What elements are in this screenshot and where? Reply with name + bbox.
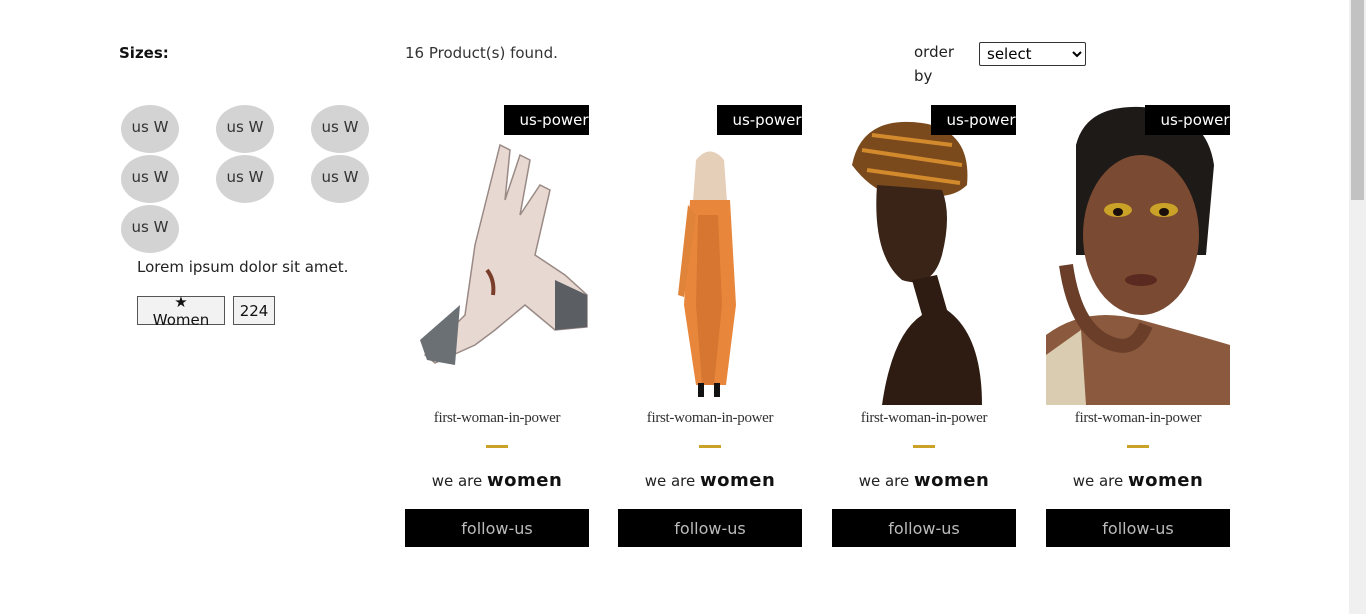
product-badge: us-power: [1145, 105, 1230, 135]
product-image[interactable]: us-power: [405, 105, 589, 405]
product-image[interactable]: us-power: [618, 105, 802, 405]
sizes-heading: Sizes:: [119, 44, 169, 62]
tagline-bold: women: [1128, 470, 1204, 491]
tagline-text: we are: [858, 472, 910, 490]
follow-us-button[interactable]: follow-us: [1046, 509, 1230, 547]
product-badge: us-power: [931, 105, 1016, 135]
sidebar-description: Lorem ipsum dolor sit amet.: [137, 258, 349, 276]
product-tagline: we are women: [1046, 470, 1230, 491]
size-option[interactable]: us W: [121, 105, 179, 153]
product-image[interactable]: us-power: [832, 105, 1016, 405]
tagline-bold: women: [700, 470, 776, 491]
page-scrollbar[interactable]: [1349, 0, 1366, 614]
order-by-select[interactable]: select: [979, 42, 1086, 66]
tagline-text: we are: [431, 472, 483, 490]
count-button[interactable]: 224: [233, 296, 275, 325]
women-filter-button[interactable]: ★ Women: [137, 293, 225, 329]
size-option[interactable]: us W: [216, 155, 274, 203]
woman-portrait-image: [1046, 105, 1230, 405]
product-badge: us-power: [504, 105, 589, 135]
product-title[interactable]: first-woman-in-power: [832, 410, 1016, 427]
product-card: us-power first-woman-in-power we are wom…: [1046, 105, 1230, 547]
product-card: us-power first-woman-in-power we are wom…: [618, 105, 802, 547]
size-option[interactable]: us W: [311, 155, 369, 203]
tagline-text: we are: [1072, 472, 1124, 490]
follow-us-button[interactable]: follow-us: [405, 509, 589, 547]
follow-us-button[interactable]: follow-us: [618, 509, 802, 547]
product-card: us-power first-woman-in-power we are wom…: [405, 105, 589, 547]
size-option[interactable]: us W: [121, 155, 179, 203]
tagline-text: we are: [644, 472, 696, 490]
product-title[interactable]: first-woman-in-power: [405, 410, 589, 427]
tagline-bold: women: [914, 470, 990, 491]
divider: [486, 445, 508, 448]
product-tagline: we are women: [618, 470, 802, 491]
size-option[interactable]: us W: [311, 105, 369, 153]
divider: [913, 445, 935, 448]
follow-us-button[interactable]: follow-us: [832, 509, 1016, 547]
divider: [1127, 445, 1149, 448]
results-count: 16 Product(s) found.: [405, 44, 558, 62]
scrollbar-thumb[interactable]: [1351, 0, 1364, 200]
product-image[interactable]: us-power: [1046, 105, 1230, 405]
product-title[interactable]: first-woman-in-power: [1046, 410, 1230, 427]
size-option[interactable]: us W: [216, 105, 274, 153]
product-tagline: we are women: [405, 470, 589, 491]
product-tagline: we are women: [832, 470, 1016, 491]
tagline-bold: women: [487, 470, 563, 491]
clapping-hands-image: [420, 143, 588, 365]
woman-head-wrap-image: [852, 121, 982, 405]
size-option[interactable]: us W: [121, 205, 179, 253]
woman-orange-dress-image: [678, 151, 736, 397]
divider: [699, 445, 721, 448]
order-by-label: order by: [914, 43, 954, 85]
product-title[interactable]: first-woman-in-power: [618, 410, 802, 427]
product-badge: us-power: [717, 105, 802, 135]
product-card: us-power first-woman-in-power we are wom…: [832, 105, 1016, 547]
